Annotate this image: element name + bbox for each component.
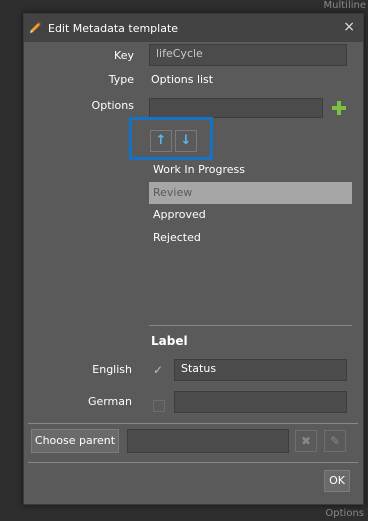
arrow-up-icon: ↑ [155,133,167,148]
move-up-button[interactable]: ↑ [150,130,172,152]
language-label-english: English [92,363,132,376]
dialog-titlebar[interactable]: Edit Metadata template × [24,14,363,42]
choose-parent-button[interactable]: Choose parent [31,429,119,453]
reorder-highlight: ↑ ↓ [129,117,213,160]
clear-parent-icon[interactable]: ✖ [295,430,317,452]
background-label-top: Multiline [323,0,367,11]
move-down-button[interactable]: ↓ [175,130,197,152]
plus-icon[interactable] [329,98,349,118]
ok-button[interactable]: OK [324,470,350,492]
options-label: Options [91,99,134,112]
option-item-approved[interactable]: Approved [149,204,352,226]
edit-parent-icon[interactable]: ✎ [324,430,346,452]
type-value: Options list [151,73,214,86]
footer-divider-bottom [28,462,358,463]
type-label: Type [108,73,134,86]
option-item-rejected[interactable]: Rejected [149,227,352,249]
edit-metadata-template-dialog: Edit Metadata template × Key lifeCycle T… [23,13,364,505]
options-input[interactable] [149,98,323,118]
option-item-work-in-progress[interactable]: Work In Progress [149,159,352,181]
close-icon[interactable]: × [343,19,355,35]
footer-divider [28,423,358,424]
key-label: Key [114,49,134,62]
key-input[interactable]: lifeCycle [149,44,347,66]
german-label-input[interactable] [174,391,347,413]
pencil-icon [30,22,41,33]
arrow-down-icon: ↓ [180,133,192,148]
english-checkbox[interactable]: ✓ [153,364,165,376]
english-label-input[interactable]: Status [174,359,347,381]
option-item-review[interactable]: Review [149,182,352,204]
background-label-bottom: Options [325,508,364,519]
language-label-german: German [87,395,132,408]
german-checkbox[interactable] [153,400,165,412]
label-section-title: Label [151,334,188,348]
dialog-title: Edit Metadata template [48,22,179,35]
parent-input[interactable] [127,429,289,453]
section-divider [149,325,352,326]
